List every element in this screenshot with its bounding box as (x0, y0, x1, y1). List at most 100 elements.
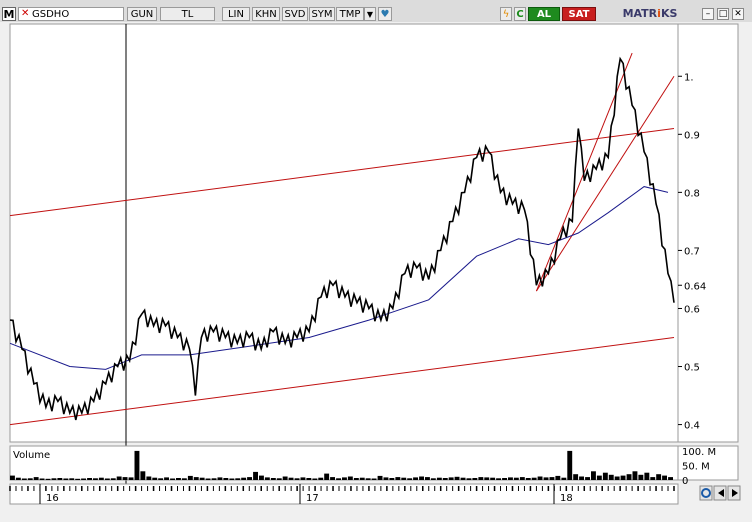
close-symbol-icon[interactable]: ✕ (21, 9, 30, 19)
volume-bar-70 (425, 477, 430, 480)
volume-bar-54 (330, 477, 335, 480)
volume-bar-71 (430, 478, 436, 480)
x-tick-label-2: 18 (560, 493, 573, 504)
volume-tick-label-0: 100. M (682, 447, 716, 458)
volume-bar-42 (259, 475, 264, 480)
volume-bar-15 (98, 477, 104, 480)
volume-bar-20 (128, 477, 134, 480)
volume-bar-99 (596, 475, 602, 480)
volume-bar-61 (371, 478, 377, 480)
logo-suffix: KS (660, 7, 678, 20)
volume-bar-68 (413, 477, 418, 480)
volume-bar-19 (122, 477, 128, 480)
volume-bar-47 (288, 477, 294, 480)
volume-title: Volume (13, 450, 50, 461)
volume-bar-87 (525, 478, 531, 480)
volume-bar-4 (33, 477, 39, 480)
volume-bar-86 (519, 477, 525, 480)
volume-bar-73 (442, 478, 448, 480)
volume-bar-56 (342, 477, 347, 480)
khn-button[interactable]: KHN (252, 7, 280, 21)
volume-bar-60 (365, 478, 371, 480)
volume-bar-106 (638, 474, 644, 480)
lightning-icon[interactable]: ϟ (500, 7, 512, 21)
volume-bar-65 (395, 477, 401, 480)
volume-bar-16 (104, 478, 110, 480)
sym-button[interactable]: SYM (309, 7, 335, 21)
volume-bar-103 (620, 475, 626, 480)
volume-bar-26 (164, 477, 169, 480)
volume-bar-39 (241, 477, 247, 480)
volume-bar-69 (419, 476, 424, 480)
volume-bar-31 (193, 477, 199, 480)
volume-bar-22 (140, 471, 146, 480)
volume-bar-108 (650, 477, 656, 480)
volume-bar-75 (454, 476, 460, 480)
volume-bar-32 (199, 477, 205, 480)
volume-bar-8 (57, 478, 63, 480)
volume-bar-84 (508, 477, 513, 480)
refresh-button[interactable]: C (514, 7, 526, 21)
maximize-button[interactable]: □ (717, 8, 729, 20)
symbol-field[interactable]: ✕ GSDHO (18, 7, 124, 21)
volume-bar-51 (312, 478, 318, 480)
volume-bar-43 (264, 477, 270, 480)
volume-bar-6 (45, 478, 51, 480)
volume-bar-74 (448, 477, 454, 480)
close-button[interactable]: ✕ (732, 8, 744, 20)
volume-bar-27 (170, 478, 175, 480)
volume-bar-83 (502, 478, 507, 480)
twitter-icon[interactable]: ♥ (378, 7, 392, 21)
volume-bar-89 (537, 476, 543, 480)
scale-button[interactable]: LIN (222, 7, 250, 21)
volume-bar-45 (276, 478, 282, 480)
volume-bar-78 (472, 478, 478, 480)
volume-bar-52 (318, 477, 324, 480)
volume-bar-59 (359, 477, 365, 480)
sell-button[interactable]: SAT (562, 7, 596, 21)
volume-bar-24 (152, 477, 158, 480)
menu-button[interactable]: M (2, 7, 16, 21)
volume-bar-67 (407, 478, 413, 480)
volume-bar-111 (668, 477, 673, 480)
volume-bar-95 (573, 474, 579, 480)
volume-tick-label-1: 50. M (682, 461, 710, 472)
volume-bar-110 (662, 475, 667, 480)
volume-bar-11 (75, 478, 81, 480)
buy-button[interactable]: AL (528, 7, 560, 21)
price-chart[interactable]: 0.4 0.5 0.6 0.7 0.8 0.9 1. 0.64 Volume 100. M 50. … (0, 22, 752, 522)
toolbar: M ✕ GSDHO GUN TL LIN KHN SVD SYM TMP ▼ ♥… (0, 0, 752, 23)
volume-bar-77 (466, 478, 472, 480)
tmp-button[interactable]: TMP (336, 7, 364, 21)
volume-bar-1 (15, 477, 21, 480)
volume-bar-49 (300, 477, 306, 480)
period-button[interactable]: GUN (127, 7, 157, 21)
volume-bar-21 (134, 450, 140, 480)
minimize-button[interactable]: – (702, 8, 714, 20)
volume-bar-33 (205, 478, 211, 480)
y-tick-label-4: 0.8 (684, 188, 700, 199)
currency-button[interactable]: TL (160, 7, 215, 21)
volume-bar-105 (632, 471, 638, 480)
y-tick-label-6: 1. (684, 72, 694, 83)
volume-bar-63 (383, 477, 389, 480)
volume-bar-104 (626, 474, 632, 480)
y-tick-label-1: 0.5 (684, 363, 700, 374)
y-tick-label-2: 0.6 (684, 304, 700, 315)
volume-bar-34 (211, 478, 217, 480)
volume-bar-3 (27, 478, 33, 480)
dropdown-arrow-icon[interactable]: ▼ (364, 7, 376, 21)
volume-bar-93 (561, 477, 567, 480)
volume-bar-107 (644, 472, 650, 480)
logo-prefix: MATR (622, 7, 658, 20)
chart-window: 0.4 0.5 0.6 0.7 0.8 0.9 1. 0.64 Volume 100. M 50. … (0, 22, 752, 522)
volume-bar-82 (496, 478, 501, 480)
volume-bar-0 (10, 475, 15, 480)
volume-bar-37 (229, 478, 235, 480)
volume-bar-17 (110, 478, 116, 480)
svd-button[interactable]: SVD (282, 7, 308, 21)
volume-bar-98 (591, 471, 596, 480)
volume-bar-28 (176, 478, 181, 480)
volume-bar-57 (347, 476, 353, 480)
volume-bar-66 (401, 477, 407, 480)
